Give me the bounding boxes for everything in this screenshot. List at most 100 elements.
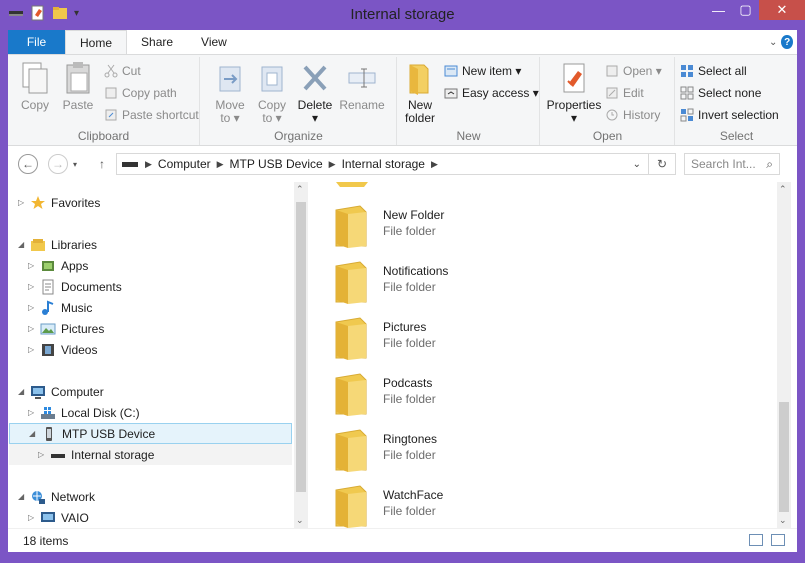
search-input[interactable]: Search Int...	[691, 157, 756, 171]
expand-arrow-icon[interactable]: ▷	[28, 345, 38, 354]
file-row[interactable]: WatchFace File folder	[332, 476, 632, 532]
nav-item-mtp-usb-device[interactable]: ◢ MTP USB Device	[9, 423, 292, 444]
forward-button[interactable]: →	[48, 154, 68, 174]
nav-item-pictures[interactable]: ▷ Pictures	[28, 318, 104, 339]
tab-file[interactable]: File	[8, 30, 65, 54]
address-bar[interactable]: ▶ Computer ▶ MTP USB Device ▶ Internal s…	[116, 153, 676, 175]
delete-button[interactable]: Delete ▾	[295, 61, 335, 125]
expand-arrow-icon[interactable]: ▷	[28, 303, 38, 312]
select-none-button[interactable]: Select none	[680, 83, 761, 103]
expand-arrow-icon[interactable]: ▷	[28, 408, 38, 417]
rename-icon	[348, 68, 376, 88]
open-group-label: Open	[592, 129, 623, 143]
expand-arrow-icon[interactable]: ▷	[28, 261, 38, 270]
rename-button[interactable]: Rename	[337, 61, 387, 112]
scroll-up-icon[interactable]: ⌃	[296, 184, 304, 195]
nav-scrollbar-thumb[interactable]	[296, 202, 306, 492]
address-dropdown-icon[interactable]: ⌄	[633, 159, 641, 170]
content-scrollbar-thumb[interactable]	[779, 402, 789, 512]
file-row[interactable]: Notifications File folder	[332, 252, 632, 308]
invert-selection-button[interactable]: Invert selection	[680, 105, 779, 125]
tab-home[interactable]: Home	[65, 30, 128, 54]
search-icon[interactable]: ⌕	[766, 157, 773, 172]
paste-button[interactable]: Paste	[58, 61, 98, 112]
expand-arrow-icon[interactable]: ▷	[28, 282, 38, 291]
nav-item-videos[interactable]: ▷ Videos	[28, 339, 97, 360]
recent-locations-button[interactable]: ▾	[70, 154, 80, 174]
collapse-arrow-icon[interactable]: ◢	[18, 492, 28, 501]
new-item-button[interactable]: New item ▾	[444, 61, 521, 81]
maximize-button[interactable]: ▢	[732, 0, 759, 20]
content-scrollbar[interactable]: ⌃ ⌄	[777, 182, 791, 528]
tab-view[interactable]: View	[187, 30, 241, 54]
scroll-down-icon[interactable]: ⌄	[779, 515, 787, 526]
copy-path-button[interactable]: Copy path	[104, 83, 177, 103]
nav-label: Apps	[61, 258, 89, 273]
paste-shortcut-button[interactable]: Paste shortcut	[104, 105, 199, 125]
scroll-up-icon[interactable]: ⌃	[779, 184, 787, 195]
expand-arrow-icon[interactable]: ▷	[18, 198, 28, 207]
nav-item-local-disk[interactable]: ▷ Local Disk (C:)	[28, 402, 140, 423]
network-icon	[32, 490, 45, 504]
close-button[interactable]: ✕	[759, 0, 805, 20]
breadcrumb-separator-icon[interactable]: ▶	[145, 159, 152, 170]
expand-arrow-icon[interactable]: ▷	[38, 450, 48, 459]
nav-item-internal-storage[interactable]: ▷ Internal storage	[9, 444, 292, 465]
open-icon	[606, 65, 618, 77]
new-folder-button[interactable]: New folder	[400, 61, 440, 125]
properties-button[interactable]: Properties ▾	[545, 61, 603, 125]
expand-arrow-icon[interactable]: ▷	[28, 513, 38, 522]
move-to-button[interactable]: Move to ▾	[211, 61, 249, 125]
nav-item-favorites[interactable]: ▷ Favorites	[18, 192, 100, 213]
details-view-icon[interactable]	[749, 534, 763, 546]
file-row[interactable]: Pictures File folder	[332, 308, 632, 364]
collapse-arrow-icon[interactable]: ◢	[18, 387, 28, 396]
select-all-button[interactable]: Select all	[680, 61, 747, 81]
minimize-button[interactable]: —	[705, 0, 732, 20]
ribbon-tabs: File Home Share View ⌄ ?	[8, 30, 797, 54]
copy-to-button[interactable]: Copy to ▾	[253, 61, 291, 125]
nav-item-music[interactable]: ▷ Music	[28, 297, 92, 318]
collapse-arrow-icon[interactable]: ◢	[29, 429, 39, 438]
copy-button[interactable]: Copy	[14, 61, 56, 112]
file-row[interactable]: Ringtones File folder	[332, 420, 632, 476]
refresh-button[interactable]: ↻	[648, 153, 676, 175]
breadcrumb-separator-icon[interactable]: ▶	[431, 159, 438, 170]
ribbon-controls: ⌄ ?	[769, 30, 797, 54]
open-button[interactable]: Open ▾	[605, 61, 662, 81]
expand-ribbon-icon[interactable]: ⌄	[769, 37, 777, 48]
nav-item-apps[interactable]: ▷ Apps	[28, 255, 88, 276]
nav-item-computer[interactable]: ◢ Computer	[18, 381, 104, 402]
edit-button[interactable]: Edit	[605, 83, 644, 103]
nav-item-network[interactable]: ◢ Network	[18, 486, 95, 507]
breadcrumb-separator-icon[interactable]: ▶	[217, 159, 224, 170]
help-button[interactable]: ?	[781, 35, 793, 49]
up-button[interactable]: ↑	[92, 154, 112, 174]
nav-item-vaio[interactable]: ▷ VAIO	[28, 507, 89, 528]
breadcrumb-separator-icon[interactable]: ▶	[329, 159, 336, 170]
scroll-down-icon[interactable]: ⌄	[296, 515, 304, 526]
nav-item-documents[interactable]: ▷ Documents	[28, 276, 122, 297]
history-label: History	[623, 108, 661, 122]
breadcrumb-device[interactable]: MTP USB Device	[224, 157, 329, 171]
easy-access-button[interactable]: Easy access ▾	[444, 83, 539, 103]
collapse-arrow-icon[interactable]: ◢	[18, 240, 28, 249]
history-button[interactable]: History	[605, 105, 660, 125]
cut-button[interactable]: Cut	[104, 61, 141, 81]
file-row[interactable]: New Folder File folder	[332, 196, 632, 252]
nav-scrollbar[interactable]: ⌃ ⌄	[294, 182, 308, 528]
properties-arrow: ▾	[570, 111, 578, 125]
breadcrumb-computer[interactable]: Computer	[152, 157, 217, 171]
history-icon	[606, 109, 618, 121]
window-title: Internal storage	[350, 6, 455, 23]
cut-label: Cut	[122, 64, 141, 78]
large-icons-view-icon[interactable]	[771, 534, 785, 546]
tab-share[interactable]: Share	[127, 30, 187, 54]
search-box[interactable]: Search Int... ⌕	[684, 153, 780, 175]
file-type: File folder	[383, 448, 436, 462]
breadcrumb-storage[interactable]: Internal storage	[336, 157, 431, 171]
back-button[interactable]: ←	[18, 154, 38, 174]
nav-item-libraries[interactable]: ◢ Libraries	[18, 234, 97, 255]
expand-arrow-icon[interactable]: ▷	[28, 324, 38, 333]
file-row[interactable]: Podcasts File folder	[332, 364, 632, 420]
